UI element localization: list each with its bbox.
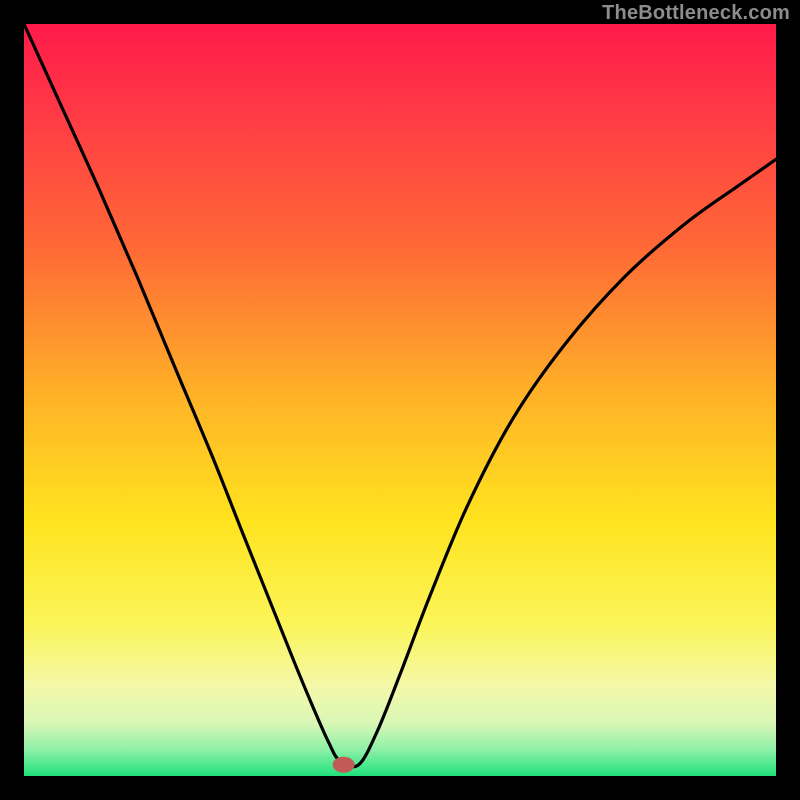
chart-plot <box>24 24 776 776</box>
optimum-marker <box>333 757 355 773</box>
watermark-text: TheBottleneck.com <box>602 2 790 25</box>
gradient-background <box>24 24 776 776</box>
